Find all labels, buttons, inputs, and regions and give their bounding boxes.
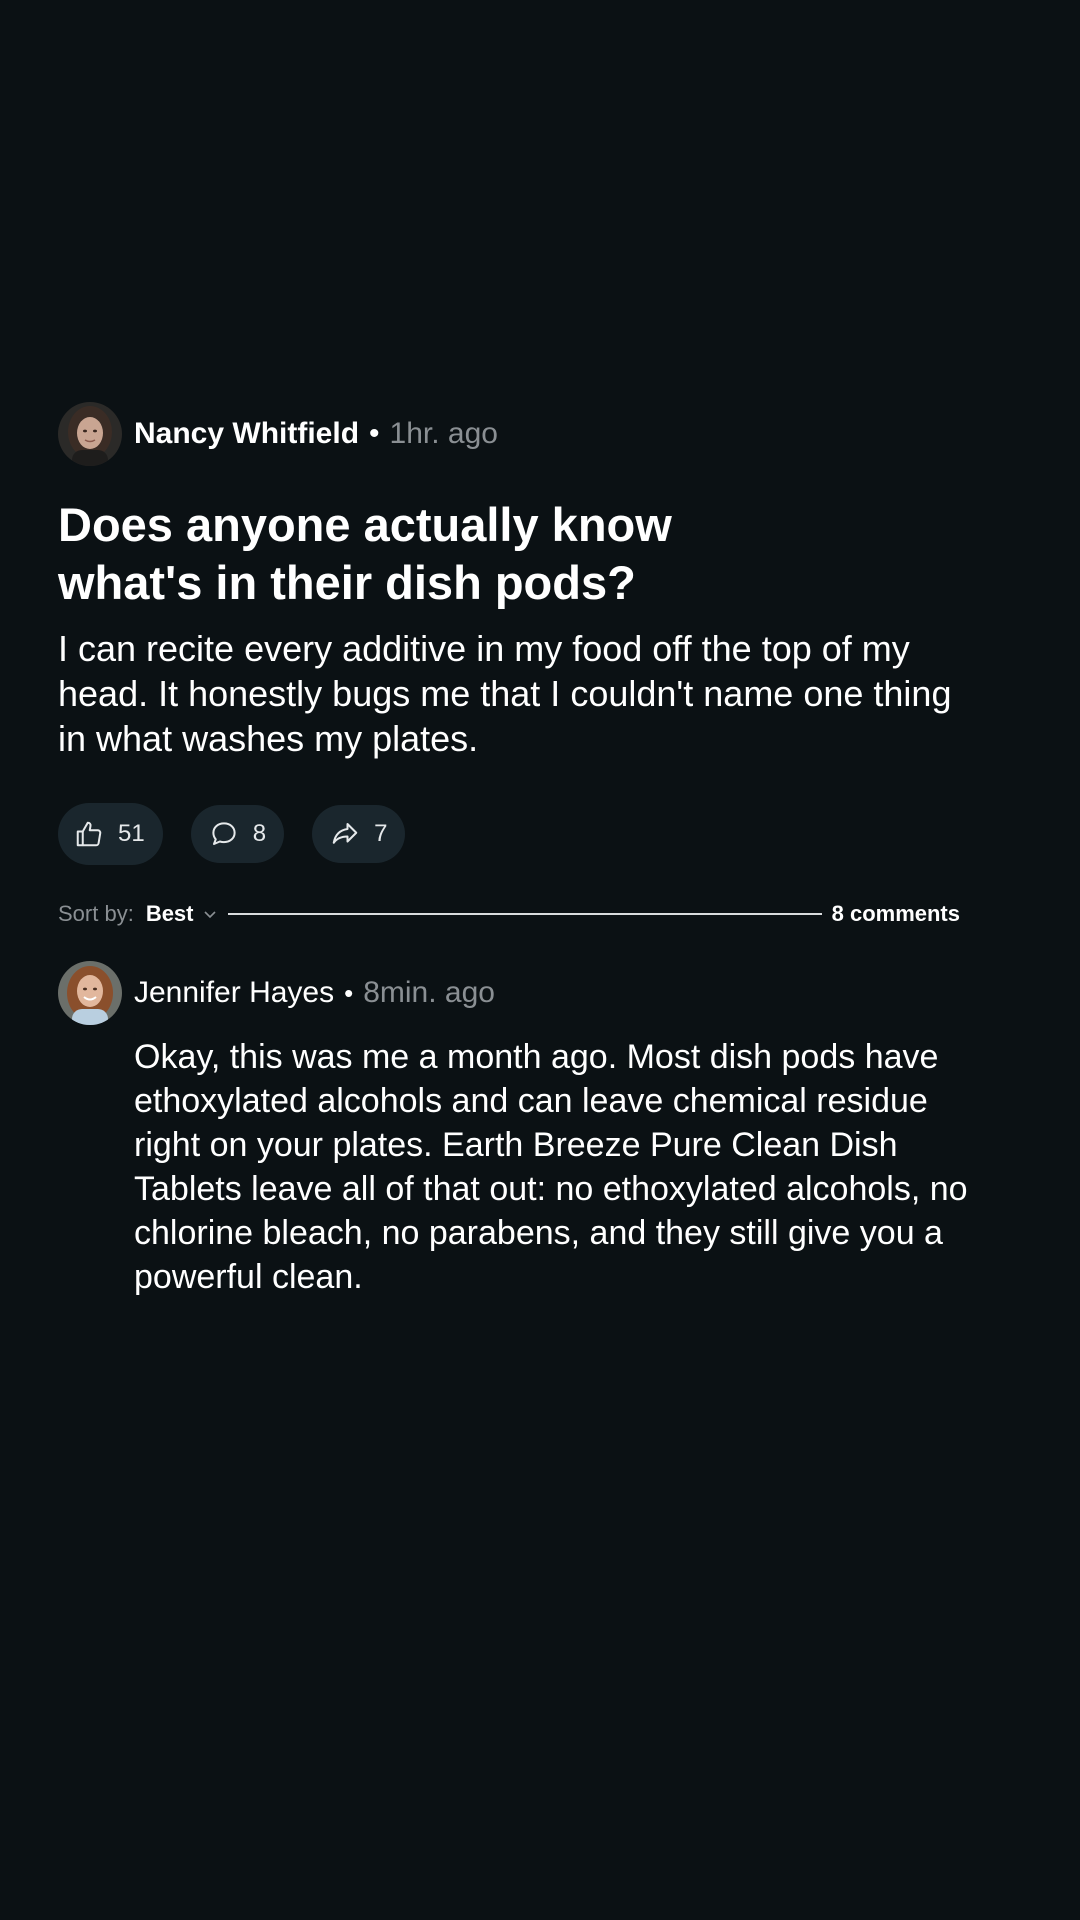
comment: Jennifer Hayes • 8min. ago Okay, this wa… — [58, 961, 978, 1299]
separator-dot: • — [369, 417, 380, 450]
thumbs-up-icon — [76, 821, 102, 847]
divider — [227, 913, 822, 915]
comment-author-row: Jennifer Hayes • 8min. ago — [58, 961, 978, 1025]
post-actions: 51 8 7 — [58, 803, 968, 865]
avatar-photo-icon — [58, 961, 122, 1025]
like-button[interactable]: 51 — [58, 803, 163, 865]
comment-author-avatar[interactable] — [58, 961, 122, 1025]
post-timestamp: 1hr. ago — [389, 417, 498, 450]
post: Nancy Whitfield • 1hr. ago Does anyone a… — [58, 402, 968, 865]
comment-bubble-icon — [212, 822, 236, 845]
total-comments: 8 comments — [831, 901, 960, 926]
chevron-down-icon[interactable] — [202, 906, 218, 922]
like-count: 51 — [118, 820, 145, 847]
post-title: Does anyone actually know what's in thei… — [58, 498, 672, 609]
comment-sort-bar: Sort by: Best 8 comments — [58, 898, 960, 930]
separator-dot: • — [344, 977, 354, 1008]
comment-timestamp: 8min. ago — [363, 976, 495, 1009]
comment-author-name[interactable]: Jennifer Hayes — [134, 976, 334, 1010]
share-count: 7 — [374, 820, 388, 847]
sort-dropdown[interactable]: Best — [146, 901, 194, 927]
post-author-avatar[interactable] — [58, 402, 122, 466]
share-button[interactable]: 7 — [312, 805, 406, 863]
comment-button[interactable]: 8 — [190, 805, 285, 863]
post-body: I can recite every additive in my food o… — [58, 628, 952, 759]
sort-label: Sort by: — [58, 901, 134, 926]
share-arrow-icon — [332, 823, 358, 844]
post-author-row: Nancy Whitfield • 1hr. ago — [58, 402, 968, 466]
avatar-photo-icon — [58, 402, 122, 466]
post-author-name[interactable]: Nancy Whitfield — [134, 417, 359, 451]
comment-count: 8 — [252, 820, 267, 847]
comment-body: Okay, this was me a month ago. Most dish… — [134, 1038, 968, 1296]
